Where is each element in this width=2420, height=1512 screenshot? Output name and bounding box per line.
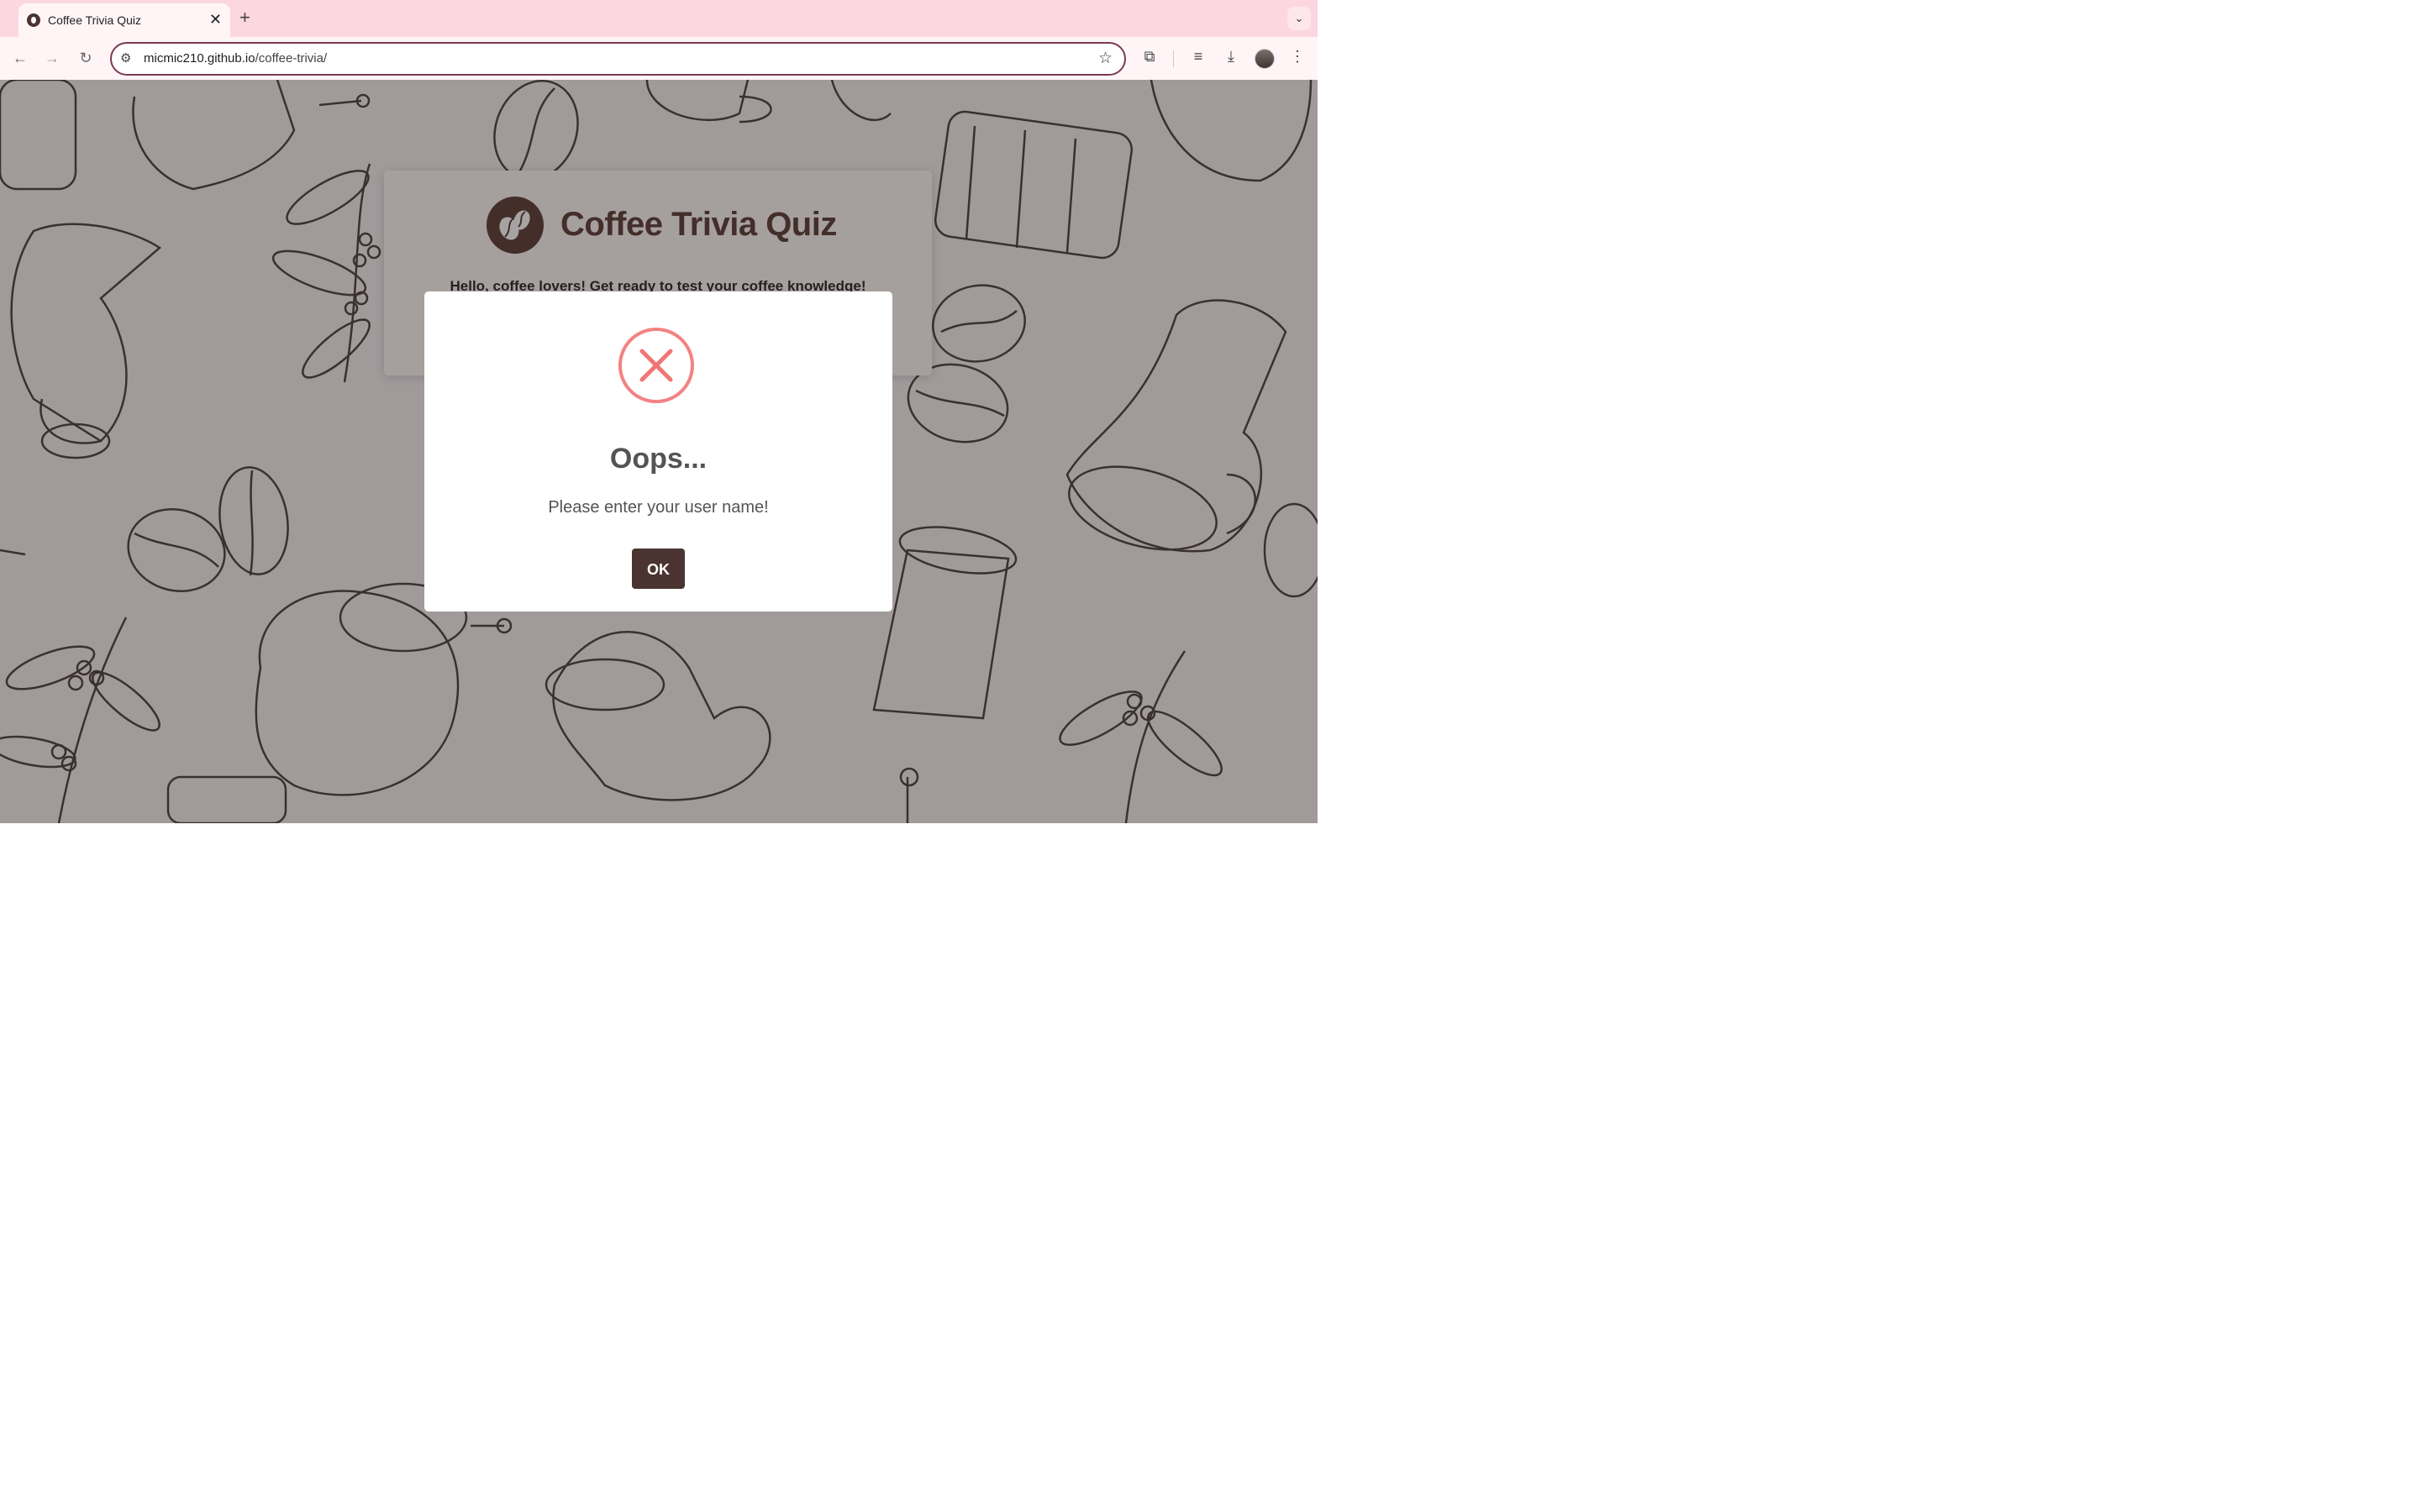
browser-tab[interactable]: Coffee Trivia Quiz ✕ <box>18 3 230 37</box>
forward-icon[interactable]: → <box>41 47 63 69</box>
ok-button[interactable]: OK <box>632 549 685 589</box>
tab-title: Coffee Trivia Quiz <box>48 13 142 27</box>
tab-search-icon[interactable]: ⌄ <box>1287 7 1311 30</box>
tab-close-icon[interactable]: ✕ <box>209 11 222 28</box>
dialog-message: Please enter your user name! <box>548 498 769 517</box>
url-path: /coffee-trivia/ <box>255 51 328 66</box>
media-control-icon[interactable]: ≡ <box>1188 48 1208 66</box>
profile-avatar[interactable] <box>1255 49 1275 69</box>
bookmark-star-icon[interactable]: ☆ <box>1098 49 1113 68</box>
back-icon[interactable]: ← <box>9 47 31 69</box>
coffee-favicon-icon <box>27 13 40 27</box>
error-x-icon <box>618 328 694 403</box>
browser-toolbar: ← → ↻ ⚙ micmic210.github.io/coffee-trivi… <box>0 37 1318 81</box>
reload-icon[interactable]: ↻ <box>75 47 97 69</box>
download-icon[interactable]: ⤓ <box>1221 48 1241 66</box>
extensions-icon[interactable]: ⧉ <box>1139 48 1160 66</box>
error-dialog: Oops... Please enter your user name! OK <box>424 291 892 612</box>
url-text: micmic210.github.io/coffee-trivia/ <box>144 51 327 66</box>
new-tab-icon[interactable]: + <box>239 7 250 29</box>
url-domain: micmic210.github.io <box>144 51 255 66</box>
menu-kebab-icon[interactable]: ⋮ <box>1287 48 1307 66</box>
address-bar[interactable]: ⚙ micmic210.github.io/coffee-trivia/ ☆ <box>110 42 1126 76</box>
site-settings-icon[interactable]: ⚙ <box>120 50 131 66</box>
toolbar-divider <box>1173 50 1174 67</box>
page-viewport: Coffee Trivia Quiz Hello, coffee lovers!… <box>0 80 1318 823</box>
dialog-title: Oops... <box>609 443 708 475</box>
